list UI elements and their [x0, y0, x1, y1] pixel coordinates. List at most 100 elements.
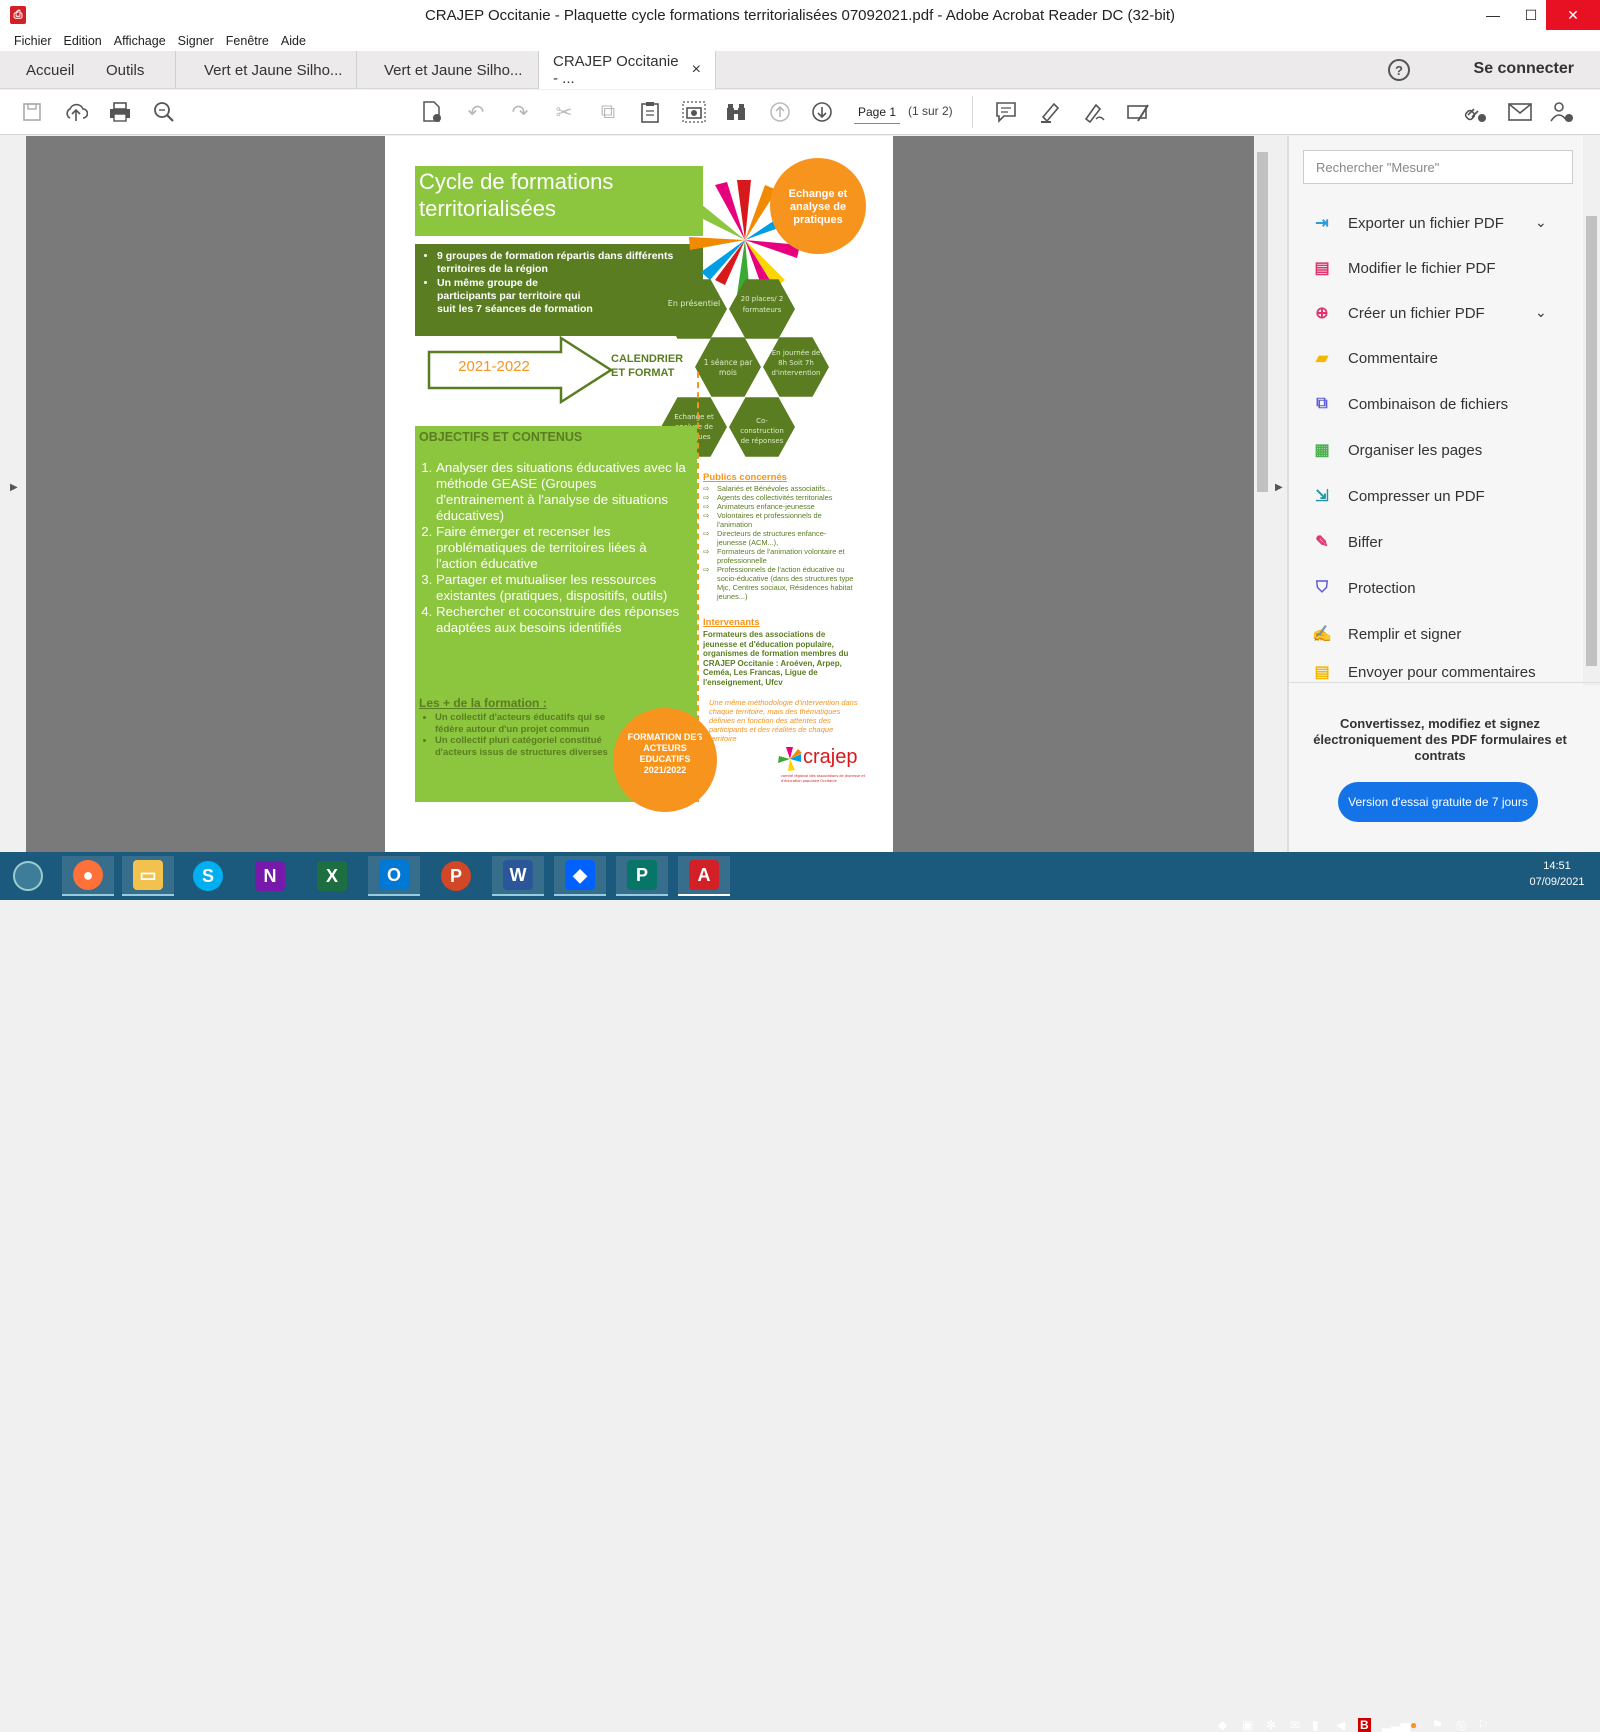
save-icon[interactable]: [18, 98, 46, 126]
taskbar-acrobat[interactable]: A: [678, 856, 730, 896]
taskbar-excel[interactable]: X: [306, 856, 358, 896]
help-icon[interactable]: ?: [1388, 59, 1410, 81]
tool-export-pdf[interactable]: ⇥ Exporter un fichier PDF: [1310, 203, 1504, 243]
poster-plus-list: Un collectif d'acteurs éducatifs qui se …: [419, 712, 615, 758]
acrobat-app-icon[interactable]: ⎙: [10, 6, 26, 24]
device-tray-icon[interactable]: ▮: [1312, 1718, 1319, 1732]
word-icon: W: [503, 860, 533, 890]
crajep-logo-subtitle: comité régional des associations de jeun…: [781, 774, 865, 783]
tab-bar: Accueil Outils Vert et Jaune Silho... Ve…: [0, 51, 1600, 89]
taskbar-explorer[interactable]: ▭: [122, 856, 174, 896]
chevron-down-icon[interactable]: ⌄: [1535, 214, 1547, 231]
fill-form-icon[interactable]: [1124, 98, 1152, 126]
volume-tray-icon[interactable]: ◀: [1336, 1718, 1345, 1732]
tool-send-comments-clip: ▤ Envoyer pour commentaires: [1288, 660, 1582, 682]
publisher-icon: P: [627, 860, 657, 890]
tool-send-comments[interactable]: ▤ Envoyer pour commentaires: [1310, 660, 1535, 682]
tools-scrollbar-thumb[interactable]: [1586, 216, 1597, 666]
bitdefender-tray-icon[interactable]: B: [1358, 1718, 1371, 1732]
cut-icon[interactable]: ✂: [550, 98, 578, 126]
document-scrollbar-thumb[interactable]: [1257, 152, 1268, 492]
free-trial-button[interactable]: Version d'essai gratuite de 7 jours: [1338, 782, 1538, 822]
dropbox-tray-icon[interactable]: ◆: [1218, 1718, 1227, 1732]
organize-pages-icon: ▦: [1314, 442, 1330, 459]
outlook-tray-icon[interactable]: ▣: [1242, 1718, 1253, 1732]
flag-tray-icon[interactable]: ⚐: [1478, 1718, 1489, 1732]
acrobat-tray-icon[interactable]: ⚑: [1432, 1718, 1443, 1732]
taskbar-clock[interactable]: 14:51 07/09/2021: [1520, 858, 1594, 890]
taskbar-onenote[interactable]: N: [244, 856, 296, 896]
collapse-right-panel-icon[interactable]: ▶: [1275, 482, 1283, 493]
sign-in-button[interactable]: Se connecter: [1474, 60, 1574, 78]
tab-accueil[interactable]: Accueil: [12, 51, 88, 89]
start-button[interactable]: [2, 856, 54, 896]
expand-left-panel-icon[interactable]: ▶: [10, 482, 18, 493]
taskbar-outlook[interactable]: O: [368, 856, 420, 896]
network-tray-icon[interactable]: ◎: [1456, 1718, 1466, 1732]
sign-pen-icon[interactable]: [1080, 98, 1108, 126]
redo-icon[interactable]: ↷: [506, 98, 534, 126]
snowflake-tray-icon[interactable]: ✻: [1266, 1718, 1276, 1732]
edit-pdf-icon[interactable]: [418, 98, 446, 126]
menu-edition[interactable]: Edition: [64, 34, 102, 48]
page-up-icon[interactable]: [766, 98, 794, 126]
poster-objectives-title: OBJECTIFS ET CONTENUS: [419, 430, 583, 444]
tab-outils[interactable]: Outils: [92, 51, 158, 89]
print-icon[interactable]: [106, 98, 134, 126]
tool-redact[interactable]: ✎ Biffer: [1310, 522, 1382, 562]
menu-signer[interactable]: Signer: [178, 34, 214, 48]
copy-icon[interactable]: ⧉: [594, 98, 622, 126]
comment-icon[interactable]: [992, 98, 1020, 126]
outlook-icon: O: [379, 860, 409, 890]
close-window-button[interactable]: ✕: [1546, 0, 1600, 30]
taskbar-dropbox[interactable]: ◆: [554, 856, 606, 896]
poster-objective-item: Partager et mutualiser les ressources ex…: [436, 572, 687, 604]
upload-cloud-icon[interactable]: [62, 98, 90, 126]
mail-tray-icon[interactable]: ✉: [1290, 1718, 1300, 1732]
chevron-down-icon[interactable]: ⌄: [1535, 304, 1547, 321]
poster-hexagon-text: Co-construction de réponses: [740, 417, 784, 445]
highlight-pen-icon[interactable]: [1036, 98, 1064, 126]
tab-close-icon[interactable]: ×: [692, 61, 701, 79]
menu-fichier[interactable]: Fichier: [14, 34, 52, 48]
taskbar-firefox[interactable]: ●: [62, 856, 114, 896]
tools-search-input[interactable]: Rechercher "Mesure": [1303, 150, 1573, 184]
taskbar-publisher[interactable]: P: [616, 856, 668, 896]
taskbar-word[interactable]: W: [492, 856, 544, 896]
left-panel-strip: ▶: [0, 136, 26, 852]
taskbar-powerpoint[interactable]: P: [430, 856, 482, 896]
tool-organize-pages[interactable]: ▦ Organiser les pages: [1310, 430, 1482, 470]
tool-create-pdf[interactable]: ⊕ Créer un fichier PDF: [1310, 293, 1485, 333]
tool-compress-pdf[interactable]: ⇲ Compresser un PDF: [1310, 476, 1484, 516]
signal-tray-icon[interactable]: ▂▃▅: [1382, 1718, 1410, 1732]
menu-affichage[interactable]: Affichage: [114, 34, 166, 48]
tool-edit-pdf[interactable]: ▤ Modifier le fichier PDF: [1310, 248, 1495, 288]
poster-calendar-label: CALENDRIER ET FORMAT: [611, 353, 684, 379]
tab-separator: [356, 51, 357, 89]
poster-objective-item: Analyser des situations éducatives avec …: [436, 460, 687, 524]
page-number-input[interactable]: Page 1: [854, 100, 900, 124]
share-link-icon[interactable]: [1462, 98, 1490, 126]
tool-combine-files[interactable]: ⧉ Combinaison de fichiers: [1310, 384, 1508, 424]
add-user-icon[interactable]: [1548, 98, 1576, 126]
poster-public-item: ⇨ Directeurs de structures enfance-jeunes…: [703, 529, 827, 547]
tool-comment[interactable]: ▰ Commentaire: [1310, 338, 1438, 378]
undo-icon[interactable]: ↶: [462, 98, 490, 126]
snapshot-camera-icon[interactable]: [680, 98, 708, 126]
email-icon[interactable]: [1506, 98, 1534, 126]
find-binoculars-icon[interactable]: [722, 98, 750, 126]
page-down-icon[interactable]: [808, 98, 836, 126]
paste-clipboard-icon[interactable]: [636, 98, 664, 126]
tab-doc-active[interactable]: CRAJEP Occitanie - ... ×: [538, 51, 716, 89]
orange-tray-icon[interactable]: ●: [1410, 1718, 1417, 1732]
zoom-search-icon[interactable]: [150, 98, 178, 126]
crajep-logo-text: crajep: [803, 746, 858, 768]
menu-fenetre[interactable]: Fenêtre: [226, 34, 269, 48]
tab-doc-2[interactable]: Vert et Jaune Silho...: [370, 51, 536, 89]
tool-protect[interactable]: ⛉ Protection: [1310, 568, 1416, 608]
taskbar-skype[interactable]: S: [182, 856, 234, 896]
tool-label: Créer un fichier PDF: [1348, 304, 1485, 322]
tab-doc-1[interactable]: Vert et Jaune Silho...: [190, 51, 356, 89]
menu-aide[interactable]: Aide: [281, 34, 306, 48]
tool-fill-sign[interactable]: ✍ Remplir et signer: [1310, 614, 1461, 654]
